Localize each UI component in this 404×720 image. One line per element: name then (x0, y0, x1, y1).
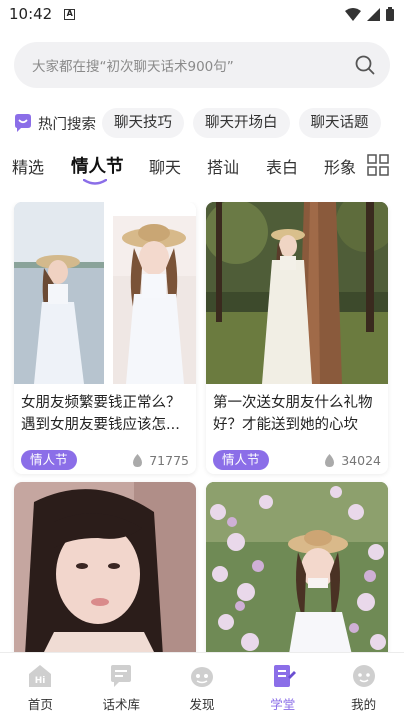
like-count-value: 71775 (149, 452, 189, 468)
svg-text:Hi: Hi (35, 676, 46, 686)
signal-icon (367, 7, 380, 21)
like-count: 34024 (323, 453, 381, 468)
tab-chat[interactable]: 聊天 (149, 154, 181, 178)
photo-girl-portrait (14, 482, 196, 652)
tag-badge[interactable]: 情人节 (21, 450, 77, 470)
photo-girl-hat-collage (14, 202, 196, 384)
search-input[interactable]: 大家都在搜“初次聊天话术900句” (32, 55, 354, 75)
chat-library-icon (111, 665, 132, 687)
like-count-value: 34024 (341, 452, 381, 468)
nav-school[interactable]: 学堂 (242, 653, 323, 720)
article-card[interactable]: 第一次送女朋友什么礼物好？才能送到她的心坎 情人节 34024 (206, 202, 388, 474)
hot-chip-chat-skills[interactable]: 聊天技巧 (102, 108, 184, 138)
status-indicators (345, 7, 394, 21)
article-card[interactable] (14, 482, 196, 652)
status-bar: 10:42 A (0, 0, 404, 28)
like-count: 71775 (131, 453, 189, 468)
card-photo (206, 202, 388, 384)
tab-confess[interactable]: 表白 (266, 154, 298, 178)
bottom-nav: Hi 首页 话术库 发现 学堂 我的 (0, 652, 404, 720)
hot-chip-chat-topics[interactable]: 聊天话题 (298, 108, 381, 138)
tab-featured[interactable]: 精选 (12, 154, 44, 178)
hot-search-icon (15, 114, 31, 132)
tab-image[interactable]: 形象 (324, 154, 356, 178)
nav-home[interactable]: Hi 首页 (0, 653, 81, 720)
notification-icon: A (64, 8, 76, 20)
grid-menu-icon[interactable] (367, 154, 389, 176)
tag-badge[interactable]: 情人节 (213, 450, 269, 470)
hi-home-icon: Hi (29, 665, 52, 687)
article-card[interactable] (206, 482, 388, 652)
active-tab-indicator (83, 179, 107, 185)
school-icon (273, 665, 296, 687)
hot-search-label: 热门搜索 (38, 116, 96, 133)
search-bar[interactable]: 大家都在搜“初次聊天话术900句” (14, 42, 390, 88)
card-photo (14, 202, 196, 384)
nav-discover[interactable]: 发现 (162, 653, 243, 720)
photo-girl-flowers (206, 482, 388, 652)
like-icon (325, 453, 335, 467)
photo-girl-forest (206, 202, 388, 384)
like-icon (133, 453, 143, 467)
card-photo (14, 482, 196, 652)
category-tabs: 精选 情人节 聊天 搭讪 表白 形象 (0, 150, 404, 190)
hot-search-heading: 热门搜索 (12, 112, 96, 134)
hot-chip-opening-lines[interactable]: 聊天开场白 (193, 108, 290, 138)
nav-profile[interactable]: 我的 (323, 653, 404, 720)
nav-label: 我的 (351, 697, 377, 712)
nav-label: 首页 (27, 697, 53, 712)
nav-label: 发现 (189, 697, 215, 712)
status-time: 10:42 (9, 5, 53, 23)
tab-valentines[interactable]: 情人节 (71, 153, 124, 178)
battery-icon (386, 7, 394, 21)
search-icon[interactable] (354, 54, 376, 76)
article-card[interactable]: 女朋友频繁要钱正常么？遇到女朋友要钱应该怎... 情人节 71775 (14, 202, 196, 474)
card-title: 女朋友频繁要钱正常么？遇到女朋友要钱应该怎... (21, 395, 181, 433)
card-footer: 情人节 71775 (14, 440, 196, 474)
card-title: 第一次送女朋友什么礼物好？才能送到她的心坎 (213, 395, 373, 433)
nav-label: 话术库 (102, 697, 140, 712)
wifi-icon (345, 7, 361, 21)
article-feed: 女朋友频繁要钱正常么？遇到女朋友要钱应该怎... 情人节 71775 第一次送女… (0, 202, 404, 652)
card-footer: 情人节 34024 (206, 440, 388, 474)
profile-icon (352, 665, 375, 687)
card-photo (206, 482, 388, 652)
tab-pickup[interactable]: 搭讪 (207, 154, 239, 178)
hot-search-row: 热门搜索 聊天技巧 聊天开场白 聊天话题 (12, 108, 404, 138)
nav-label: 学堂 (270, 697, 296, 712)
nav-chat-library[interactable]: 话术库 (81, 653, 162, 720)
discover-icon (190, 667, 213, 687)
